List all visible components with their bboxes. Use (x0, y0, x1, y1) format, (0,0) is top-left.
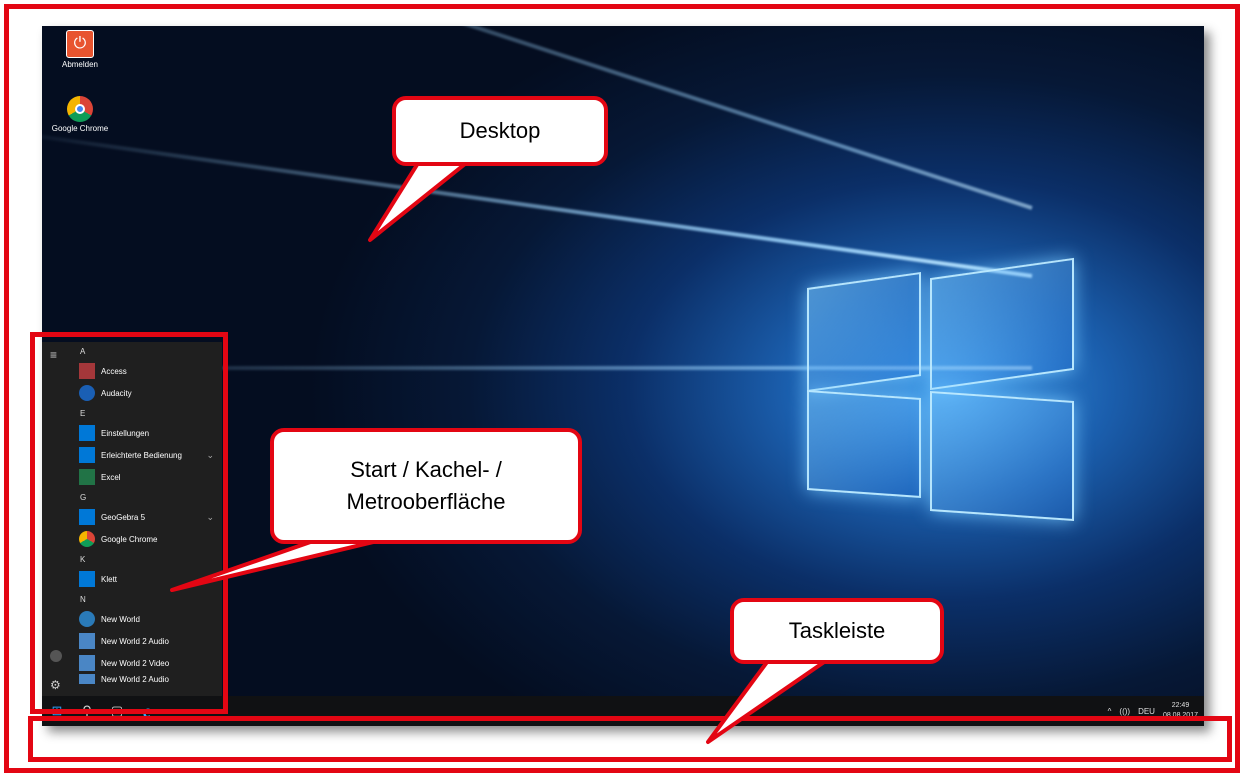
clock-time: 22:49 (1171, 702, 1190, 709)
desktop-callout: Desktop (392, 96, 608, 166)
desktop-icon-label: Abmelden (61, 60, 99, 69)
taskbar-callout: Taskleiste (730, 598, 944, 664)
desktop-icon-google-chrome[interactable]: Google Chrome (50, 96, 110, 133)
volume-icon[interactable]: (()) (1119, 707, 1130, 716)
windows-logo-pane (807, 390, 921, 498)
start-menu-highlight (30, 332, 228, 714)
windows-logo-pane (807, 271, 921, 393)
desktop-icon-label: Google Chrome (51, 124, 109, 133)
power-icon: ⏻ (66, 30, 94, 58)
desktop-icon-abmelden[interactable]: ⏻ Abmelden (50, 30, 110, 69)
start-callout-line1: Start / Kachel- / (350, 457, 502, 482)
start-callout: Start / Kachel- / Metrooberfläche (270, 428, 582, 544)
chevron-up-icon[interactable]: ^ (1108, 707, 1112, 716)
taskbar-callout-label: Taskleiste (788, 618, 886, 643)
desktop-callout-label: Desktop (459, 118, 541, 143)
start-callout-line2: Metrooberfläche (346, 489, 506, 514)
chrome-icon (67, 96, 93, 122)
language-indicator[interactable]: DEU (1138, 707, 1155, 716)
taskbar-highlight (28, 716, 1232, 762)
windows-logo-pane (930, 390, 1074, 522)
windows-logo-pane (930, 257, 1074, 391)
